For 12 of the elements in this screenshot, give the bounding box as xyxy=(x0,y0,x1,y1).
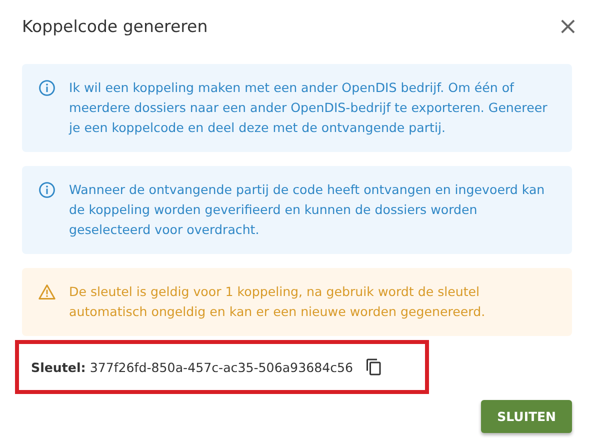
alert-text: De sleutel is geldig voor 1 koppeling, na gebruik wordt de sleutel automatisch ongeldig en kan er een nieuwe worden gegenereerd. xyxy=(69,283,486,321)
key-label: Sleutel: xyxy=(31,360,86,374)
info-icon xyxy=(38,181,56,199)
close-button[interactable]: × xyxy=(558,14,578,38)
warning-icon xyxy=(38,283,56,301)
key-value: 377f26fd-850a-457c-ac35-506a93684c56 xyxy=(90,360,354,374)
info-icon xyxy=(38,79,56,97)
copy-icon[interactable] xyxy=(365,358,384,376)
close-dialog-button[interactable]: SLUITEN xyxy=(481,400,572,433)
alert-text: Wanneer de ontvangende partij de code heeft ontvangen en ingevoerd kan de koppeling worden geverifieerd en kunnen de dossiers worden geselecteerd voor overdracht. xyxy=(69,181,546,239)
alert-text: Ik wil een koppeling maken met een ander OpenDIS bedrijf. Om één of meerdere dossiers naar een ander OpenDIS-bedrijf te exporteren. Genereer je een koppelcode en deel deze met de ontvangende partij. xyxy=(69,79,548,137)
dialog-title: Koppelcode genereren xyxy=(22,16,208,36)
